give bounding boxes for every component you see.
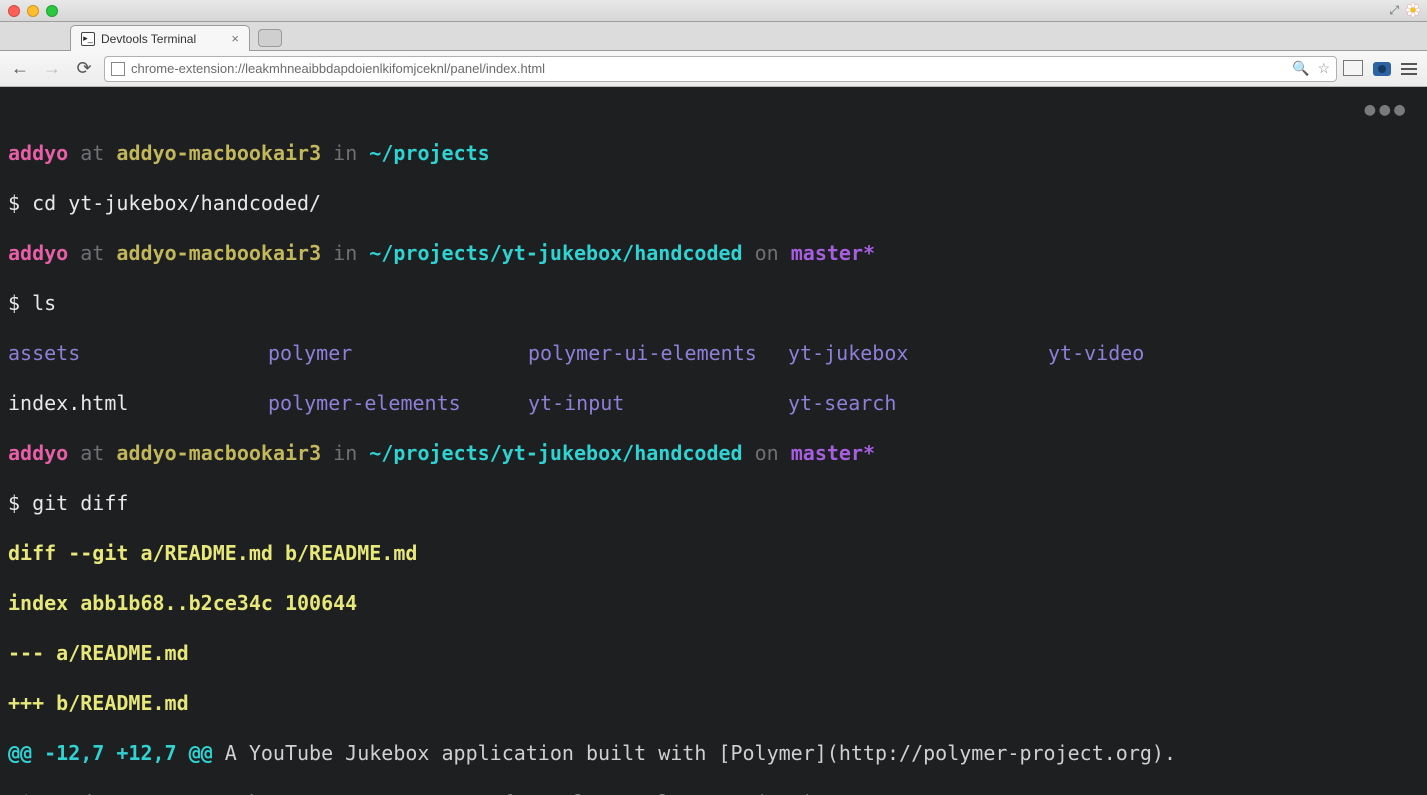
command-line: $ cd yt-jukebox/handcoded/ [8, 191, 1419, 216]
diff-index: index abb1b68..b2ce34c 100644 [8, 591, 1419, 616]
ls-output-row: index.htmlpolymer-elementsyt-inputyt-sea… [8, 391, 1419, 416]
traffic-lights [8, 5, 58, 17]
tab-title: Devtools Terminal [101, 32, 196, 46]
flower-icon [1405, 2, 1421, 18]
prompt-line: addyo at addyo-macbookair3 in ~/projects… [8, 441, 1419, 466]
diff-file-plus: +++ b/README.md [8, 691, 1419, 716]
url-text: chrome-extension://leakmhneaibbdapdoienl… [131, 61, 1286, 76]
close-window-button[interactable] [8, 5, 20, 17]
reload-button[interactable]: ⟳ [72, 57, 96, 81]
back-button[interactable]: ← [8, 57, 32, 81]
bookmark-star-icon[interactable]: ☆ [1317, 60, 1330, 77]
fullscreen-icon[interactable]: ⤢ [1389, 3, 1399, 18]
ls-output-row: assetspolymerpolymer-ui-elementsyt-jukeb… [8, 341, 1419, 366]
window-titlebar: ⤢ [0, 0, 1427, 22]
address-bar[interactable]: chrome-extension://leakmhneaibbdapdoienl… [104, 56, 1337, 82]
command-line: $ ls [8, 291, 1419, 316]
terminal-viewport[interactable]: ●●● addyo at addyo-macbookair3 in ~/proj… [0, 87, 1427, 795]
prompt-line: addyo at addyo-macbookair3 in ~/projects… [8, 241, 1419, 266]
forward-button[interactable]: → [40, 57, 64, 81]
tab-strip: ▸_ Devtools Terminal × [0, 22, 1427, 51]
command-line: $ git diff [8, 491, 1419, 516]
page-icon [111, 62, 125, 76]
minimize-window-button[interactable] [27, 5, 39, 17]
favicon-terminal-icon: ▸_ [81, 32, 95, 46]
diff-hunk: @@ -12,7 +12,7 @@ A YouTube Jukebox appl… [8, 741, 1419, 766]
zoom-window-button[interactable] [46, 5, 58, 17]
browser-toolbar: ← → ⟳ chrome-extension://leakmhneaibbdap… [0, 51, 1427, 87]
new-tab-button[interactable] [258, 29, 282, 47]
extension-camera-icon[interactable] [1373, 62, 1391, 76]
diff-header: diff --git a/README.md b/README.md [8, 541, 1419, 566]
prompt-line: addyo at addyo-macbookair3 in ~/projects [8, 141, 1419, 166]
extension-stack-icon[interactable] [1345, 62, 1363, 76]
close-tab-icon[interactable]: × [231, 31, 239, 46]
chrome-menu-icon[interactable] [1401, 63, 1417, 75]
diff-file-minus: --- a/README.md [8, 641, 1419, 666]
search-icon[interactable]: 🔍 [1292, 60, 1309, 77]
overflow-dots-icon[interactable]: ●●● [1364, 97, 1409, 122]
browser-tab[interactable]: ▸_ Devtools Terminal × [70, 25, 250, 51]
diff-context: * It does not use the newer Bower setup … [8, 791, 1419, 795]
